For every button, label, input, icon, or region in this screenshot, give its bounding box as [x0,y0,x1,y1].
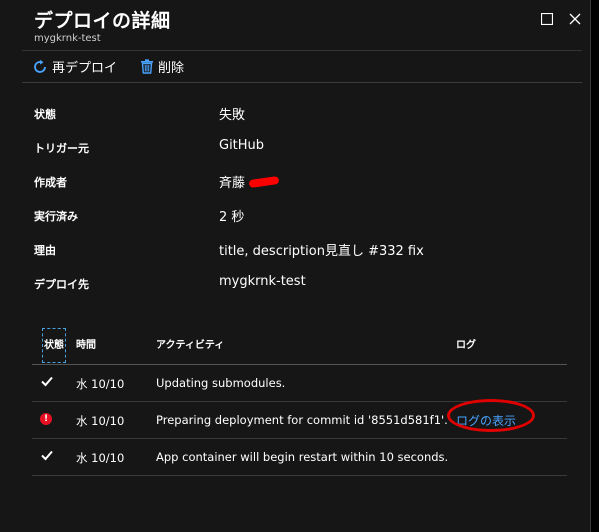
column-header-status[interactable]: 状態 [42,328,66,363]
deployment-details-blade: デプロイの詳細 mygkrnk-test 再デプロイ 削除 状態 失敗 トリガー… [0,0,591,532]
table-row[interactable]: 水 10/10 App container will begin restart… [32,439,567,476]
property-target: デプロイ先 mygkrnk-test [34,266,574,300]
blade-header: デプロイの詳細 mygkrnk-test [0,0,590,50]
column-header-time[interactable]: 時間 [76,328,96,363]
page-title: デプロイの詳細 [34,10,171,32]
property-trigger: トリガー元 GitHub [34,130,574,164]
annotation-circle [447,399,535,432]
row-activity: App container will begin restart within … [156,450,449,464]
table-row[interactable]: 水 10/10 Updating submodules. [32,365,567,402]
refresh-icon [34,59,46,73]
error-icon: ! [40,413,52,425]
maximize-button[interactable] [538,10,556,28]
maximize-icon [541,13,553,25]
property-status: 状態 失敗 [34,96,574,130]
row-time: 水 10/10 [76,377,125,391]
row-activity: Updating submodules. [156,376,286,390]
property-value: 斉藤 [219,176,246,191]
row-time: 水 10/10 [76,414,125,428]
redeploy-label: 再デプロイ [52,61,118,76]
success-icon [40,448,54,465]
property-label: 状態 [34,108,56,121]
delete-label: 削除 [158,61,185,76]
command-bar: 再デプロイ 削除 [22,50,582,83]
property-value: GitHub [219,138,265,153]
column-header-activity[interactable]: アクティビティ [156,328,224,363]
property-author: 作成者 斉藤 [34,164,574,198]
property-label: 実行済み [34,210,78,223]
property-value: 失敗 [219,108,246,123]
row-activity: Preparing deployment for commit id '8551… [156,413,448,427]
close-button[interactable] [566,10,584,28]
property-reason: 理由 title, description見直し #332 fix [34,232,574,266]
trash-icon [141,59,153,74]
property-duration: 実行済み 2 秒 [34,198,574,232]
property-label: トリガー元 [34,142,89,155]
property-value: title, description見直し #332 fix [219,244,424,259]
delete-button[interactable]: 削除 [140,57,184,76]
column-header-log[interactable]: ログ [456,328,476,363]
property-label: 理由 [34,244,56,257]
success-icon [40,374,54,391]
property-value: 2 秒 [219,210,245,225]
row-time: 水 10/10 [76,451,125,465]
property-label: デプロイ先 [34,278,89,291]
close-icon [569,13,581,25]
redeploy-button[interactable]: 再デプロイ [32,57,117,76]
page-subtitle: mygkrnk-test [34,33,101,44]
property-value: mygkrnk-test [219,274,306,289]
property-label: 作成者 [34,176,67,189]
